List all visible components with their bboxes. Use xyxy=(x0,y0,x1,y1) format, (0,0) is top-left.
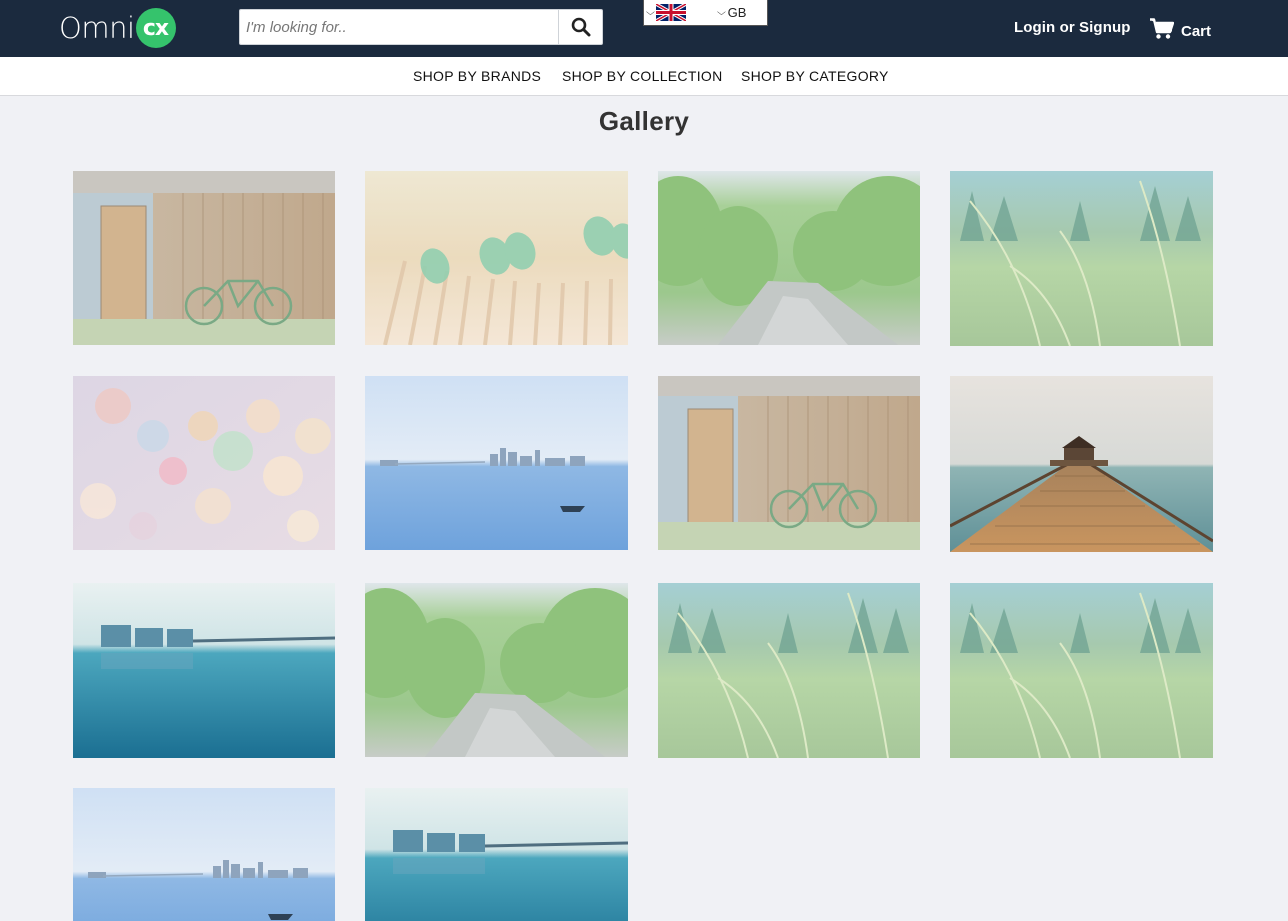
gallery-image-shed[interactable] xyxy=(73,171,335,345)
cart-button[interactable]: Cart xyxy=(1150,17,1211,40)
page-title: Gallery xyxy=(598,106,690,136)
gallery-image-bay[interactable] xyxy=(365,376,628,550)
gallery-image-grass-3[interactable] xyxy=(950,583,1213,758)
search-icon xyxy=(571,17,590,37)
nav-shop-by-brands[interactable]: SHOP BY BRANDS xyxy=(413,68,541,84)
cart-label: Cart xyxy=(1181,23,1212,40)
forest-image xyxy=(658,171,920,345)
shed-image xyxy=(73,171,335,345)
grass-image xyxy=(950,583,1213,758)
gallery-image-forest-2[interactable] xyxy=(365,583,628,757)
search-input[interactable] xyxy=(240,10,558,44)
gallery-image-shed-2[interactable] xyxy=(658,376,920,550)
login-signup-link[interactable]: Login or Signup xyxy=(1014,19,1130,36)
locale-selector[interactable]: ⌵ ⌵ GB xyxy=(643,0,768,26)
grass-image xyxy=(658,583,920,758)
gallery-image-forest[interactable] xyxy=(658,171,920,345)
nav-shop-by-collection[interactable]: SHOP BY COLLECTION xyxy=(562,68,723,84)
lake-image xyxy=(73,583,335,758)
forest-image xyxy=(365,583,628,757)
gallery-image-lake-2[interactable] xyxy=(365,788,628,921)
site-logo[interactable]: Omni cx xyxy=(59,8,176,48)
logo-text: Omni xyxy=(59,11,135,45)
nav-shop-by-category[interactable]: SHOP BY CATEGORY xyxy=(741,68,889,84)
chevron-down-icon: ⌵ xyxy=(645,7,655,17)
gallery-image-lake[interactable] xyxy=(73,583,335,758)
shopping-cart-icon xyxy=(1150,17,1174,39)
gallery-image-grass[interactable] xyxy=(950,171,1213,346)
category-nav: SHOP BY BRANDS SHOP BY COLLECTION SHOP B… xyxy=(0,57,1288,96)
bottles-image xyxy=(365,171,628,345)
bay-image xyxy=(73,788,335,921)
grass-image xyxy=(950,171,1213,346)
pier-image xyxy=(950,376,1213,552)
top-bar: Omni cx ⌵ ⌵ GB Login or Signup xyxy=(0,0,1288,57)
gallery-image-grass-2[interactable] xyxy=(658,583,920,758)
uk-flag-icon xyxy=(655,4,686,21)
gallery-image-pier[interactable] xyxy=(950,376,1213,552)
lake-image xyxy=(365,788,628,921)
gallery-image-bottles[interactable] xyxy=(365,171,628,345)
logo-badge: cx xyxy=(135,8,176,48)
gallery-image-bay-2[interactable] xyxy=(73,788,335,921)
shed-image xyxy=(658,376,920,550)
locale-code: GB xyxy=(727,5,747,20)
bokeh-image xyxy=(73,376,335,550)
gallery-image-bokeh[interactable] xyxy=(73,376,335,550)
search-bar xyxy=(239,9,603,45)
bay-image xyxy=(365,376,628,550)
chevron-down-icon: ⌵ xyxy=(716,7,726,17)
search-button[interactable] xyxy=(558,10,602,44)
